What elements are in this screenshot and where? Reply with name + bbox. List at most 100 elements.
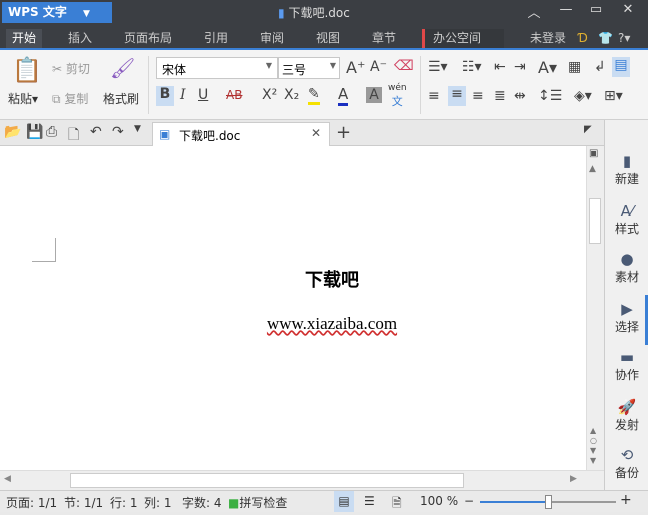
sidebar-item-select[interactable]: ▶ 选择 — [605, 300, 648, 335]
print-preview-icon[interactable]: 🗋 — [68, 124, 79, 148]
shading-icon[interactable]: ◈▾ — [574, 88, 592, 104]
sidebar-item-new[interactable]: ▮ 新建 — [605, 152, 648, 187]
underline-button[interactable]: U — [198, 87, 208, 103]
sidebar-label: 素材 — [614, 270, 639, 284]
horizontal-scrollbar[interactable]: ◀ ▶ — [0, 470, 604, 490]
bullet-list-icon[interactable]: ☰▾ — [428, 59, 448, 75]
subscript-button[interactable]: X₂ — [284, 87, 299, 103]
zoom-level[interactable]: 100 % — [420, 494, 458, 508]
highlight-icon[interactable]: ✎ — [308, 86, 320, 105]
font-color-icon[interactable]: A — [338, 85, 349, 106]
tab-view[interactable]: 视图 — [310, 29, 346, 48]
open-icon[interactable]: 📂 — [4, 124, 21, 140]
border-icon[interactable]: ⊞▾ — [604, 88, 623, 104]
menu-tabs: 开始 插入 页面布局 引用 审阅 视图 章节 办公空间 未登录 Ɗ 👕 ?▾ — [0, 26, 648, 50]
text-effect-icon[interactable]: A▾ — [538, 58, 557, 77]
scroll-up-icon[interactable]: ▲ — [589, 164, 596, 174]
tab-review[interactable]: 审阅 — [254, 29, 290, 48]
minimize-button[interactable]: — — [556, 2, 576, 17]
undo-icon[interactable]: ↶ — [90, 124, 102, 140]
page-indicator[interactable]: 页面: 1/1 — [6, 494, 57, 511]
help-icon[interactable]: ?▾ — [612, 29, 636, 48]
page-view-icon[interactable]: ▤ — [334, 491, 354, 512]
send-icon: 🚀 — [617, 398, 637, 416]
sidebar-item-send[interactable]: 🚀 发射 — [605, 398, 648, 433]
font-name-select[interactable]: 宋体 ▼ — [156, 57, 278, 79]
italic-button[interactable]: I — [180, 87, 186, 103]
app-menu-button[interactable]: WPS 文字 ▼ — [2, 2, 112, 23]
format-painter-button[interactable]: 格式刷 — [103, 90, 139, 107]
char-shading-icon[interactable]: A — [366, 87, 382, 103]
close-button[interactable]: ✕ — [618, 2, 638, 17]
customize-icon[interactable]: ▼ — [134, 124, 141, 134]
outline-view-icon[interactable]: ☰ — [364, 494, 375, 508]
align-right-icon[interactable]: ≡ — [472, 88, 484, 104]
scroll-thumb[interactable] — [589, 198, 601, 244]
clear-format-icon[interactable]: ⌫ — [394, 58, 414, 74]
tab-references[interactable]: 引用 — [198, 29, 234, 48]
line-break-icon[interactable]: ↲ — [594, 59, 606, 75]
increase-indent-icon[interactable]: ⇥ — [514, 59, 526, 75]
line-spacing-icon[interactable]: ↕☰ — [538, 88, 562, 104]
redo-icon[interactable]: ↷ — [112, 124, 124, 140]
align-center-icon[interactable]: ≡ — [448, 86, 466, 106]
decrease-indent-icon[interactable]: ⇤ — [494, 59, 506, 75]
tab-home[interactable]: 开始 — [6, 29, 43, 48]
cut-button[interactable]: ✂ 剪切 — [52, 60, 90, 77]
document-page[interactable]: 下载吧 www.xiazaiba.com — [0, 146, 586, 470]
paste-icon[interactable]: 📋 — [12, 56, 42, 84]
zoom-in-button[interactable]: + — [620, 492, 632, 508]
window-title: ▮ 下载吧.doc — [278, 4, 350, 21]
sidebar-item-style[interactable]: A⁄ 样式 — [605, 202, 648, 237]
copy-button[interactable]: ⧉ 复制 — [52, 90, 88, 107]
tab-office-space[interactable]: 办公空间 — [422, 29, 504, 48]
sidebar-item-backup[interactable]: ⟲ 备份 — [605, 446, 648, 481]
scroll-left-icon[interactable]: ◀ — [4, 474, 11, 484]
tab-insert[interactable]: 插入 — [62, 29, 98, 48]
zoom-out-button[interactable]: − — [464, 494, 474, 508]
word-count[interactable]: 字数: 4 — [182, 494, 222, 511]
print-icon[interactable]: ⎙ — [46, 124, 57, 140]
close-tab-icon[interactable]: ✕ — [311, 126, 321, 140]
zoom-slider[interactable] — [480, 495, 616, 509]
ribbon: 📋 粘贴▾ ✂ 剪切 ⧉ 复制 🖌 格式刷 宋体 ▼ 三号 ▼ A⁺ A⁻ ⌫ B … — [0, 50, 648, 120]
task-sidebar: ▮ 新建 A⁄ 样式 ● 素材 ▶ 选择 ▬ 协作 🚀 发射 ⟲ 备份 — [604, 120, 648, 490]
page-nav-icons[interactable]: ▲ ○ ▼ ▼ — [590, 426, 597, 466]
collapse-ribbon-button[interactable]: ︿ — [524, 2, 544, 21]
superscript-button[interactable]: X² — [262, 87, 277, 103]
align-left-icon[interactable]: ≡ — [428, 88, 440, 104]
vertical-scrollbar[interactable]: ▣ ▲ ▲ ○ ▼ ▼ — [586, 146, 604, 470]
table-icon[interactable]: ▦ — [568, 59, 581, 75]
skin-icon[interactable]: Ɗ — [572, 29, 594, 48]
sidebar-item-collab[interactable]: ▬ 协作 — [605, 348, 648, 383]
grow-font-icon[interactable]: A⁺ — [346, 58, 365, 77]
scroll-thumb[interactable] — [70, 473, 464, 488]
document-tab[interactable]: ▣ 下载吧.doc ✕ — [152, 122, 330, 146]
cut-label: 剪切 — [65, 62, 90, 76]
scroll-right-icon[interactable]: ▶ — [570, 474, 577, 484]
sidebar-label: 选择 — [614, 320, 639, 334]
numbered-list-icon[interactable]: ☷▾ — [462, 59, 482, 75]
shrink-font-icon[interactable]: A⁻ — [370, 59, 387, 75]
login-link[interactable]: 未登录 — [524, 29, 572, 48]
strikethrough-button[interactable]: AB — [226, 88, 242, 102]
save-icon[interactable]: 💾 — [26, 124, 43, 140]
sidebar-item-material[interactable]: ● 素材 — [605, 250, 648, 285]
distribute-icon[interactable]: ⇹ — [514, 88, 526, 104]
new-tab-button[interactable]: + — [336, 122, 351, 143]
phonetic-guide-icon[interactable]: wén 文 — [388, 83, 407, 109]
zoom-slider-thumb[interactable] — [545, 495, 552, 509]
paste-button[interactable]: 粘贴▾ — [8, 90, 38, 107]
spellcheck-toggle[interactable]: ■拼写检查 — [228, 494, 287, 511]
tab-page-layout[interactable]: 页面布局 — [118, 29, 178, 48]
font-size-select[interactable]: 三号 ▼ — [278, 57, 340, 79]
collab-icon: ▬ — [619, 348, 635, 366]
col-indicator: 列: 1 — [144, 496, 172, 510]
justify-icon[interactable]: ≣ — [494, 88, 506, 104]
tab-chapter[interactable]: 章节 — [366, 29, 402, 48]
show-marks-icon[interactable]: ▤ — [612, 57, 630, 77]
ruler-toggle-icon[interactable]: ▣ — [589, 148, 598, 159]
maximize-button[interactable]: ▭ — [586, 2, 606, 17]
tab-list-icon[interactable]: ◤ — [584, 124, 592, 135]
bold-button[interactable]: B — [156, 86, 174, 106]
